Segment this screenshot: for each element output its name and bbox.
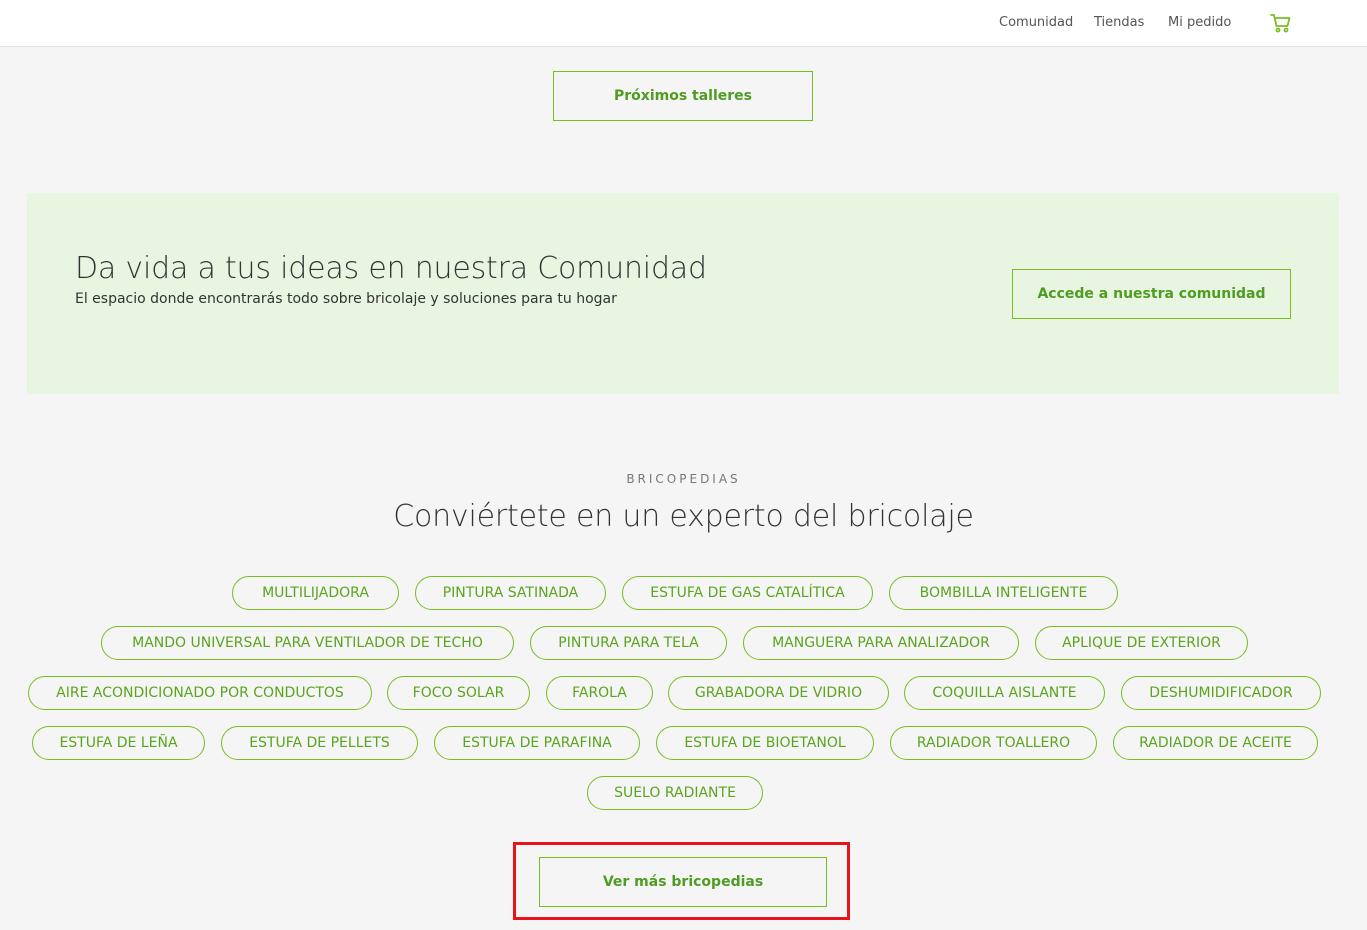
tag-bombilla-inteligente[interactable]: BOMBILLA INTELIGENTE	[889, 576, 1118, 610]
tag-aire-acondicionado[interactable]: AIRE ACONDICIONADO POR CONDUCTOS	[28, 676, 372, 710]
top-navigation-bar: Comunidad Tiendas Mi pedido	[0, 0, 1367, 47]
tag-pintura-tela[interactable]: PINTURA PARA TELA	[530, 626, 727, 660]
community-title: Da vida a tus ideas en nuestra Comunidad	[75, 251, 707, 286]
tag-deshumidificador[interactable]: DESHUMIDIFICADOR	[1121, 676, 1321, 710]
tag-radiador-toallero[interactable]: RADIADOR TOALLERO	[890, 726, 1097, 760]
tag-foco-solar[interactable]: FOCO SOLAR	[387, 676, 530, 710]
tag-estufa-parafina[interactable]: ESTUFA DE PARAFINA	[434, 726, 640, 760]
nav-link-tiendas[interactable]: Tiendas	[1094, 15, 1144, 30]
nav-link-mi-pedido[interactable]: Mi pedido	[1168, 15, 1231, 30]
tag-estufa-gas-catalitica[interactable]: ESTUFA DE GAS CATALÍTICA	[622, 576, 873, 610]
tag-estufa-bioetanol[interactable]: ESTUFA DE BIOETANOL	[656, 726, 874, 760]
cart-icon[interactable]	[1270, 13, 1292, 33]
tag-aplique-exterior[interactable]: APLIQUE DE EXTERIOR	[1035, 626, 1248, 660]
nav-link-comunidad[interactable]: Comunidad	[999, 15, 1073, 30]
tag-estufa-lena[interactable]: ESTUFA DE LEÑA	[32, 726, 205, 760]
tag-manguera-analizador[interactable]: MANGUERA PARA ANALIZADOR	[743, 626, 1019, 660]
community-banner: Da vida a tus ideas en nuestra Comunidad…	[27, 193, 1339, 394]
bricopedias-title: Conviértete en un experto del bricolaje	[393, 499, 974, 534]
tag-farola[interactable]: FAROLA	[546, 676, 653, 710]
tag-coquilla-aislante[interactable]: COQUILLA AISLANTE	[904, 676, 1105, 710]
bricopedias-eyebrow: BRICOPEDIAS	[626, 472, 741, 486]
tag-grabadora-vidrio[interactable]: GRABADORA DE VIDRIO	[668, 676, 889, 710]
community-subtitle: El espacio donde encontrarás todo sobre …	[75, 291, 617, 307]
tag-multilijadora[interactable]: MULTILIJADORA	[232, 576, 399, 610]
proximos-talleres-button[interactable]: Próximos talleres	[553, 71, 813, 121]
tag-estufa-pellets[interactable]: ESTUFA DE PELLETS	[221, 726, 418, 760]
tag-pintura-satinada[interactable]: PINTURA SATINADA	[415, 576, 606, 610]
tag-mando-universal[interactable]: MANDO UNIVERSAL PARA VENTILADOR DE TECHO	[101, 626, 514, 660]
accede-comunidad-button[interactable]: Accede a nuestra comunidad	[1012, 269, 1291, 319]
tag-radiador-aceite[interactable]: RADIADOR DE ACEITE	[1113, 726, 1318, 760]
ver-mas-bricopedias-button[interactable]: Ver más bricopedias	[539, 857, 827, 907]
tag-suelo-radiante[interactable]: SUELO RADIANTE	[587, 776, 763, 810]
